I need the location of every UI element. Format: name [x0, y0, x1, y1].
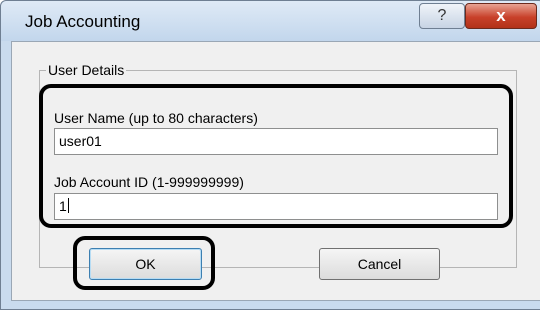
highlight-ok-callout [73, 236, 215, 290]
help-button[interactable]: ? [419, 3, 465, 29]
close-button[interactable]: x [465, 3, 537, 29]
cancel-button[interactable]: Cancel [319, 248, 440, 280]
highlight-fields-callout [39, 84, 513, 228]
cancel-button-label: Cancel [357, 256, 402, 272]
close-icon: x [496, 6, 506, 25]
window-title: Job Accounting [25, 12, 141, 31]
question-mark-icon: ? [437, 7, 447, 24]
group-title: User Details [46, 61, 127, 79]
title-bar[interactable]: Job Accounting ? x [1, 1, 540, 41]
